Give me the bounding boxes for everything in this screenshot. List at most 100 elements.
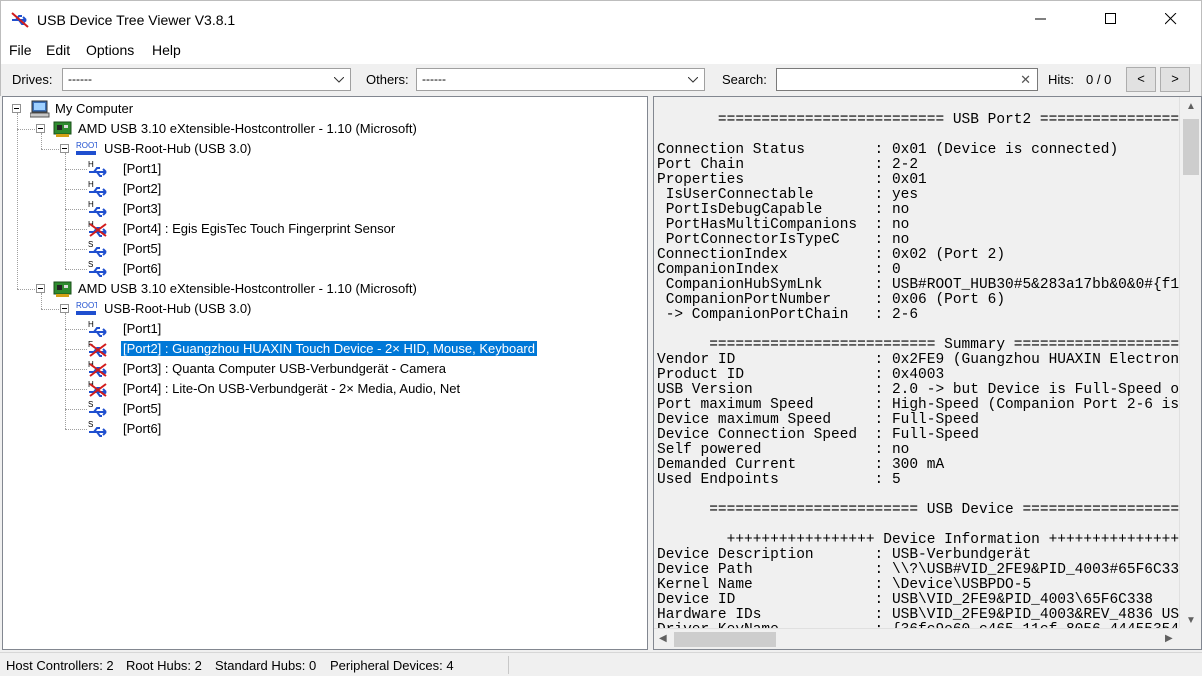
others-value: ------ xyxy=(422,72,446,86)
close-icon xyxy=(1165,13,1177,25)
details-line xyxy=(657,518,1179,533)
tree-line xyxy=(65,329,87,330)
details-line: Product ID : 0x4003 xyxy=(657,367,945,383)
tree-line xyxy=(41,309,61,310)
details-line: Device Description : USB-Verbundgerät xyxy=(657,547,1032,563)
tree-line xyxy=(65,349,87,350)
scroll-corner xyxy=(1179,628,1201,649)
status-host-controllers: Host Controllers: 2 xyxy=(6,658,114,673)
tree-line xyxy=(65,229,87,230)
menu-help[interactable]: Help xyxy=(152,42,181,58)
details-line: ========================== Summary =====… xyxy=(709,337,1179,353)
tree-label: My Computer xyxy=(55,101,134,116)
chevron-down-icon xyxy=(688,77,698,83)
details-line: PortHasMultiCompanions : no xyxy=(657,217,910,233)
details-line: Device Path : \\?\USB#VID_2FE9&PID_4003#… xyxy=(657,562,1179,578)
tree-line xyxy=(41,149,61,150)
details-line: Used Endpoints : 5 xyxy=(657,472,901,488)
status-root-hubs: Root Hubs: 2 xyxy=(126,658,202,673)
tree-line xyxy=(65,313,66,429)
minimize-icon xyxy=(1035,18,1046,20)
horizontal-scrollbar[interactable]: ◀ ▶ xyxy=(654,628,1179,649)
usb-port-icon: H xyxy=(88,320,107,337)
collapse-icon[interactable] xyxy=(60,144,69,153)
tree-label: [Port2] xyxy=(123,181,162,196)
chevron-down-icon xyxy=(334,77,344,83)
collapse-icon[interactable] xyxy=(36,124,45,133)
port-speed-badge: H xyxy=(88,180,94,189)
drives-dropdown[interactable]: ------ xyxy=(62,68,351,91)
tree-label: [Port6] xyxy=(123,261,162,276)
root-hub-badge: ROOT xyxy=(76,141,97,150)
others-dropdown[interactable]: ------ xyxy=(416,68,705,91)
status-peripheral-devices: Peripheral Devices: 4 xyxy=(330,658,454,673)
details-line xyxy=(657,128,1179,143)
scroll-down-icon[interactable]: ▼ xyxy=(1186,615,1196,626)
tree-line xyxy=(65,153,66,269)
tree-label: [Port3] xyxy=(123,201,162,216)
usb-port-icon: H xyxy=(88,160,107,177)
scroll-right-icon[interactable]: ▶ xyxy=(1165,633,1173,644)
vertical-scrollbar[interactable]: ▲ ▼ xyxy=(1179,97,1201,629)
root-hub-icon: ROOT xyxy=(76,301,97,315)
scroll-left-icon[interactable]: ◀ xyxy=(659,633,667,644)
details-line: CompanionHubSymLnk : USB#ROOT_HUB30#5&28… xyxy=(665,277,1179,293)
port-speed-badge: H xyxy=(88,200,94,209)
details-line: IsUserConnectable : yes xyxy=(657,187,919,203)
previous-hit-button[interactable]: < xyxy=(1126,67,1156,92)
vertical-scroll-thumb[interactable] xyxy=(1183,119,1199,175)
port-speed-badge: H xyxy=(88,320,94,329)
details-pane[interactable]: ========================== USB Port2 ===… xyxy=(653,96,1202,650)
menu-file[interactable]: File xyxy=(9,42,32,58)
details-line: CompanionIndex : 0 xyxy=(657,262,901,278)
tree-line xyxy=(65,189,87,190)
details-line xyxy=(657,488,1179,503)
details-text: ========================== USB Port2 ===… xyxy=(657,113,1179,628)
tree-label: [Port1] xyxy=(123,161,162,176)
tree-label: [Port4] : Lite-On USB-Verbundgerät - 2× … xyxy=(123,381,461,396)
menu-options[interactable]: Options xyxy=(86,42,134,58)
scroll-up-icon[interactable]: ▲ xyxy=(1186,101,1196,112)
tree-line xyxy=(65,249,87,250)
device-tree[interactable]: My Computer AMD USB 3.10 eXtensible-Host… xyxy=(2,96,648,650)
close-button[interactable] xyxy=(1149,1,1195,38)
collapse-icon[interactable] xyxy=(60,304,69,313)
tree-line xyxy=(65,389,87,390)
collapse-icon[interactable] xyxy=(36,284,45,293)
clear-search-icon[interactable]: ✕ xyxy=(1020,73,1031,87)
toolbar: Drives: ------ Others: ------ Search: ✕ … xyxy=(0,64,1202,96)
usb-port-icon: S xyxy=(88,420,107,437)
details-line: Hardware IDs : USB\VID_2FE9&PID_4003&REV… xyxy=(657,607,1179,623)
port-speed-badge: S xyxy=(88,260,93,269)
port-speed-badge: S xyxy=(88,400,93,409)
tree-line xyxy=(41,293,42,309)
drives-label: Drives: xyxy=(12,72,53,87)
tree-line xyxy=(41,133,42,149)
menu-edit[interactable]: Edit xyxy=(46,42,70,58)
window-title: USB Device Tree Viewer V3.8.1 xyxy=(37,12,236,28)
search-input[interactable]: ✕ xyxy=(776,68,1038,91)
details-line: Demanded Current : 300 mA xyxy=(657,457,945,473)
status-separator xyxy=(508,656,509,674)
tree-line xyxy=(65,409,87,410)
collapse-icon[interactable] xyxy=(12,104,21,113)
tree-line xyxy=(65,429,87,430)
details-line: -> CompanionPortChain : 2-6 xyxy=(657,307,919,323)
details-line: Device Connection Speed : Full-Speed xyxy=(657,427,979,443)
usb-port-icon: F xyxy=(88,340,107,357)
usb-app-icon xyxy=(11,12,29,28)
maximize-button[interactable] xyxy=(1089,1,1135,38)
tree-label: AMD USB 3.10 eXtensible-Hostcontroller -… xyxy=(78,121,417,136)
minimize-button[interactable] xyxy=(1019,1,1065,38)
usb-port-icon: S xyxy=(88,400,107,417)
horizontal-scroll-thumb[interactable] xyxy=(674,632,776,647)
details-line: Device ID : USB\VID_2FE9&PID_4003\65F6C3… xyxy=(657,592,1153,608)
details-line: Kernel Name : \Device\USBPDO-5 xyxy=(657,577,1032,593)
details-line: ======================== USB Device ====… xyxy=(657,502,1179,518)
tree-line xyxy=(65,169,87,170)
tree-label: USB-Root-Hub (USB 3.0) xyxy=(104,141,252,156)
usb-port-icon: H xyxy=(88,360,107,377)
tree-label: [Port5] xyxy=(123,401,162,416)
tree-label: [Port4] : Egis EgisTec Touch Fingerprint… xyxy=(123,221,396,236)
next-hit-button[interactable]: > xyxy=(1160,67,1190,92)
